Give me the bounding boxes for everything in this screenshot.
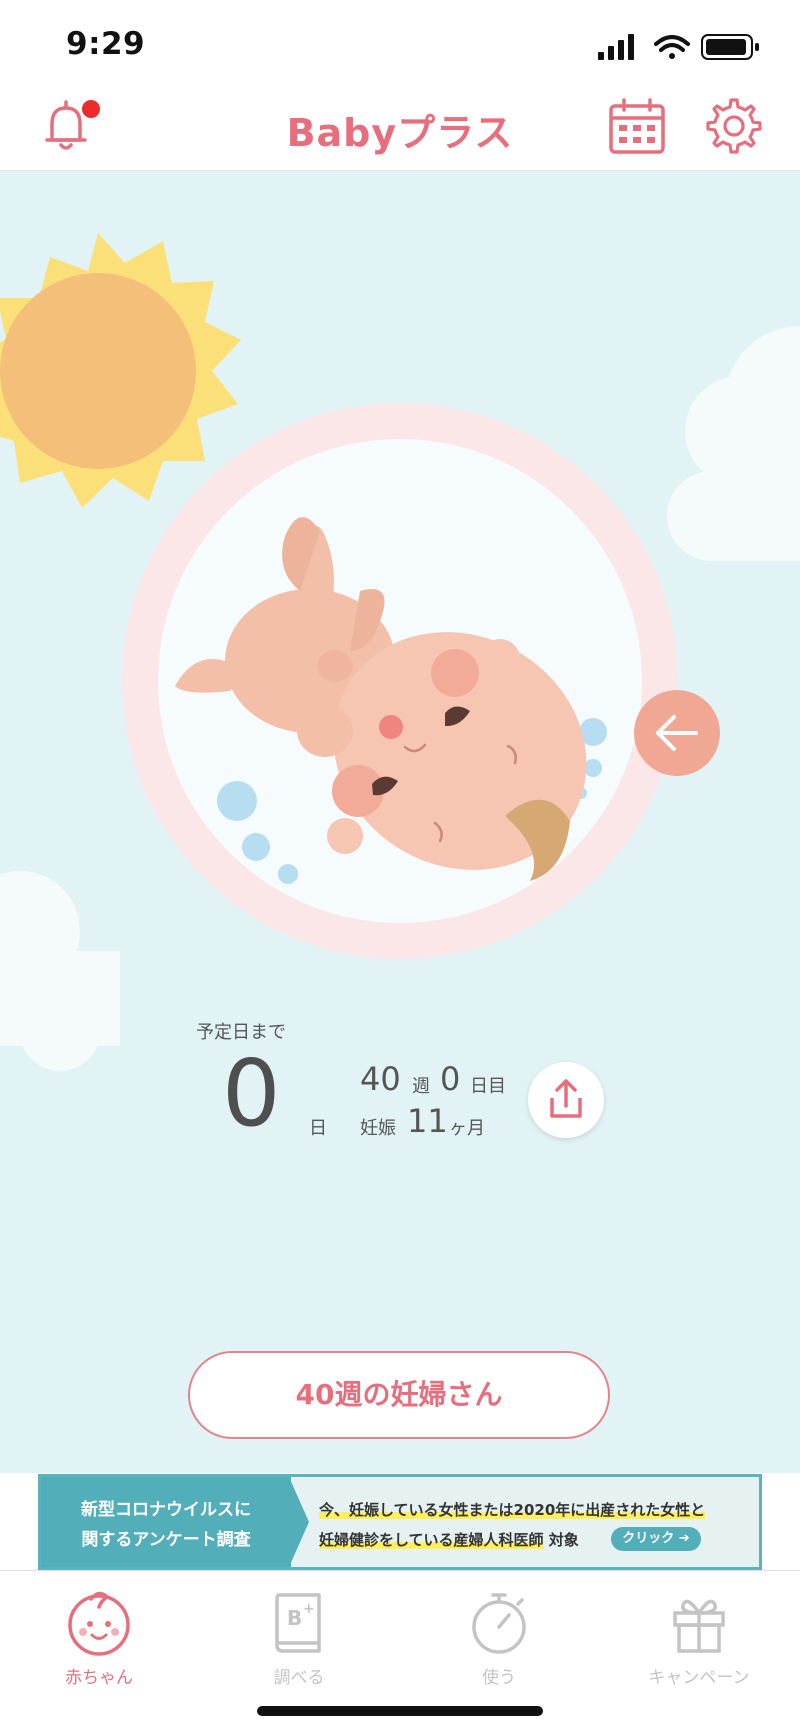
days-unit: 日 bbox=[309, 1118, 327, 1139]
app-header: Babyプラス bbox=[0, 80, 800, 171]
share-icon bbox=[550, 1079, 582, 1118]
tab-baby[interactable]: 赤ちゃん bbox=[19, 1581, 179, 1691]
days-remaining-value: 0 bbox=[222, 1040, 281, 1147]
month-number: 11 bbox=[407, 1102, 448, 1140]
tab-campaign[interactable]: キャンペーン bbox=[619, 1581, 779, 1691]
baby-scene bbox=[0, 171, 800, 1473]
gift-icon bbox=[673, 1599, 725, 1653]
scene-illustration bbox=[0, 233, 800, 1071]
banner-click-button[interactable]: クリック ➔ bbox=[611, 1527, 701, 1551]
battery-icon bbox=[701, 34, 759, 60]
baby-face-icon bbox=[68, 1591, 130, 1656]
cloud-left bbox=[0, 871, 120, 1071]
cloud-right bbox=[667, 326, 800, 561]
day-number: 0 bbox=[440, 1060, 461, 1098]
tab-label-search: 調べる bbox=[273, 1668, 325, 1688]
status-time: 9:29 bbox=[66, 26, 146, 62]
tab-label-baby: 赤ちゃん bbox=[65, 1668, 133, 1688]
previous-week-button[interactable] bbox=[634, 690, 720, 776]
signal-icon bbox=[598, 34, 634, 60]
svg-text:B: B bbox=[287, 1606, 302, 1630]
status-icons bbox=[598, 34, 759, 60]
tab-label-tools: 使う bbox=[482, 1668, 516, 1688]
stage-button[interactable]: 40週の妊婦さん bbox=[188, 1351, 610, 1439]
week-unit: 週 bbox=[412, 1076, 430, 1097]
banner-arrow bbox=[289, 1477, 309, 1567]
calendar-icon[interactable] bbox=[606, 98, 670, 156]
survey-banner[interactable]: 新型コロナウイルスに 関するアンケート調査 今、妊娠している女性または2020年… bbox=[38, 1474, 762, 1570]
tab-label-campaign: キャンペーン bbox=[648, 1668, 750, 1688]
book-icon: B + bbox=[275, 1593, 321, 1653]
banner-text-line2: 妊婦健診をしている産婦人科医師 対象 bbox=[319, 1531, 579, 1549]
tab-tools[interactable]: 使う bbox=[419, 1581, 579, 1691]
app-title: Babyプラス bbox=[286, 111, 514, 155]
gear-icon[interactable] bbox=[704, 96, 764, 156]
day-unit: 日目 bbox=[470, 1076, 506, 1097]
banner-title-line1: 新型コロナウイルスに bbox=[81, 1500, 251, 1520]
tab-search[interactable]: B + 調べる bbox=[219, 1581, 379, 1691]
share-button[interactable] bbox=[528, 1062, 604, 1138]
home-indicator bbox=[257, 1706, 543, 1716]
sun-illustration bbox=[0, 233, 241, 508]
banner-text-line1: 今、妊娠している女性または2020年に出産された女性と bbox=[319, 1501, 706, 1519]
banner-title-line2: 関するアンケート調査 bbox=[81, 1530, 251, 1550]
stopwatch-icon bbox=[472, 1593, 526, 1654]
arrow-left-icon bbox=[656, 715, 698, 751]
banner-left-panel bbox=[41, 1477, 291, 1567]
month-unit: ヶ月 bbox=[449, 1118, 485, 1139]
wifi-icon bbox=[654, 35, 690, 59]
week-number: 40 bbox=[360, 1060, 401, 1098]
svg-text:+: + bbox=[303, 1601, 315, 1617]
pregnancy-label: 妊娠 bbox=[360, 1118, 396, 1139]
